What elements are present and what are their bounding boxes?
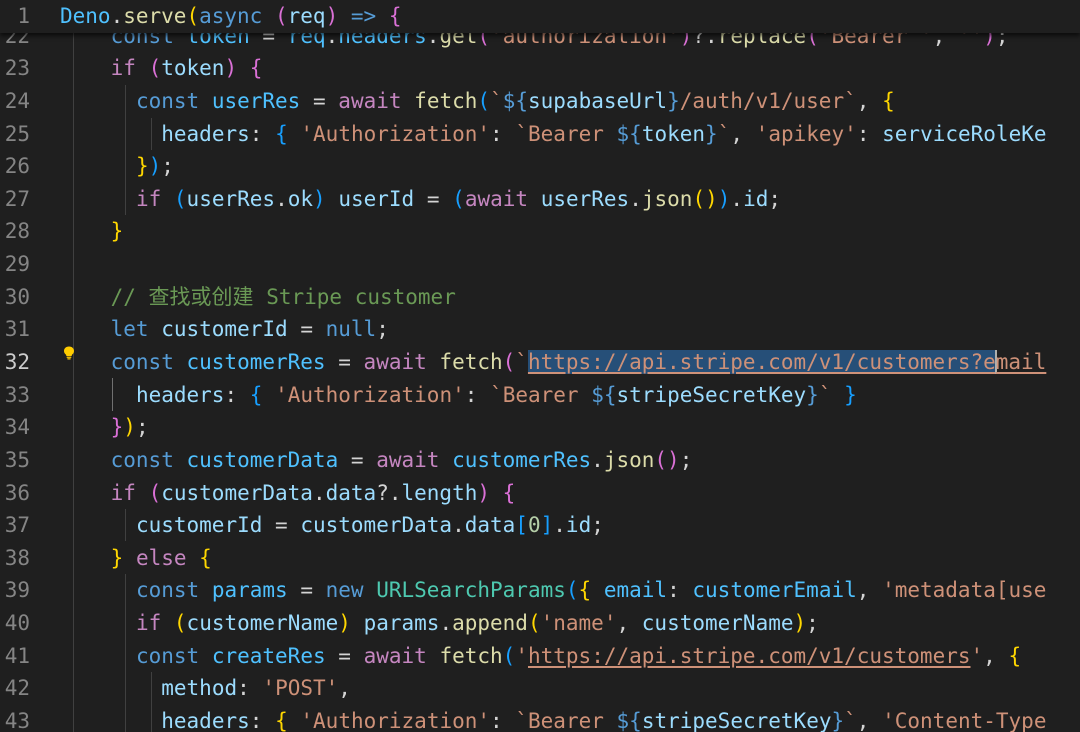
code-line[interactable]: } bbox=[60, 215, 124, 248]
code-line[interactable]: customerId = customerData.data[0].id; bbox=[60, 509, 604, 542]
code-line[interactable]: const params = new URLSearchParams({ ema… bbox=[60, 574, 1047, 607]
code-editor[interactable]: 22 23 24 25 26 27 28 29 30 31 32 33 34 3… bbox=[0, 0, 1080, 732]
code-line[interactable]: } else { bbox=[60, 542, 212, 575]
code-line[interactable]: if (userRes.ok) userId = (await userRes.… bbox=[60, 183, 781, 216]
code-line[interactable]: // 查找或创建 Stripe customer bbox=[60, 281, 456, 314]
code-line[interactable]: headers: { 'Authorization': `Bearer ${st… bbox=[60, 379, 857, 412]
code-line-active[interactable]: const customerRes = await fetch(`https:/… bbox=[60, 346, 1046, 379]
lightbulb-icon[interactable] bbox=[63, 346, 75, 360]
code-line[interactable]: const createRes = await fetch('https://a… bbox=[60, 640, 1021, 673]
sticky-line-number: 1 bbox=[17, 4, 30, 28]
code-line[interactable]: headers: { 'Authorization': `Bearer ${to… bbox=[60, 118, 1046, 151]
code-line[interactable]: headers: { 'Authorization': `Bearer ${st… bbox=[60, 705, 1046, 732]
text-selection[interactable]: https://api.stripe.com/v1/customers?e bbox=[527, 350, 996, 374]
code-line[interactable]: }); bbox=[60, 411, 149, 444]
code-lines: const token = req.headers.get('authoriza… bbox=[0, 0, 1080, 732]
code-line[interactable]: const customerData = await customerRes.j… bbox=[60, 444, 693, 477]
code-line[interactable]: if (customerName) params.append('name', … bbox=[60, 607, 819, 640]
sticky-scroll-header[interactable]: 1 Deno.serve(async (req) => { bbox=[0, 0, 1080, 33]
code-line[interactable]: let customerId = null; bbox=[60, 313, 389, 346]
code-line[interactable]: method: 'POST', bbox=[60, 672, 351, 705]
code-line[interactable]: if (customerData.data?.length) { bbox=[60, 477, 516, 510]
sticky-code-line[interactable]: Deno.serve(async (req) => { bbox=[60, 0, 402, 33]
code-line[interactable]: if (token) { bbox=[60, 52, 263, 85]
code-line[interactable]: const userRes = await fetch(`${supabaseU… bbox=[60, 85, 895, 118]
code-line[interactable]: }); bbox=[60, 150, 174, 183]
